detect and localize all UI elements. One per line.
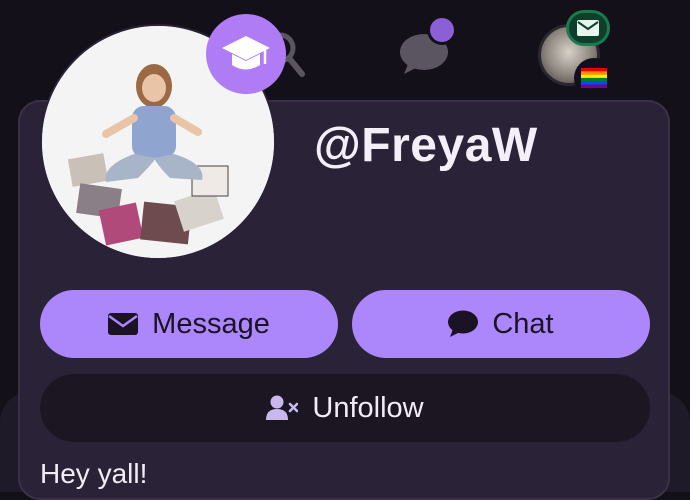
message-button-label: Message — [152, 307, 270, 340]
message-button[interactable]: Message — [40, 290, 338, 358]
envelope-icon — [108, 313, 139, 335]
unfollow-button-label: Unfollow — [312, 391, 424, 424]
unfollow-button[interactable]: Unfollow — [40, 374, 650, 442]
chat-bubble-icon[interactable] — [398, 14, 462, 78]
chat-bubble-icon — [448, 310, 479, 337]
user-remove-icon — [266, 395, 299, 420]
username: @FreyaW — [314, 119, 538, 172]
envelope-icon[interactable] — [566, 10, 610, 46]
graduation-cap-icon — [206, 14, 286, 94]
rainbow-flag-icon — [574, 58, 614, 98]
chat-button-label: Chat — [492, 307, 554, 340]
chat-button[interactable]: Chat — [352, 290, 650, 358]
bio-text: Hey yall! — [40, 458, 148, 489]
nav-avatar-button[interactable] — [534, 8, 624, 98]
